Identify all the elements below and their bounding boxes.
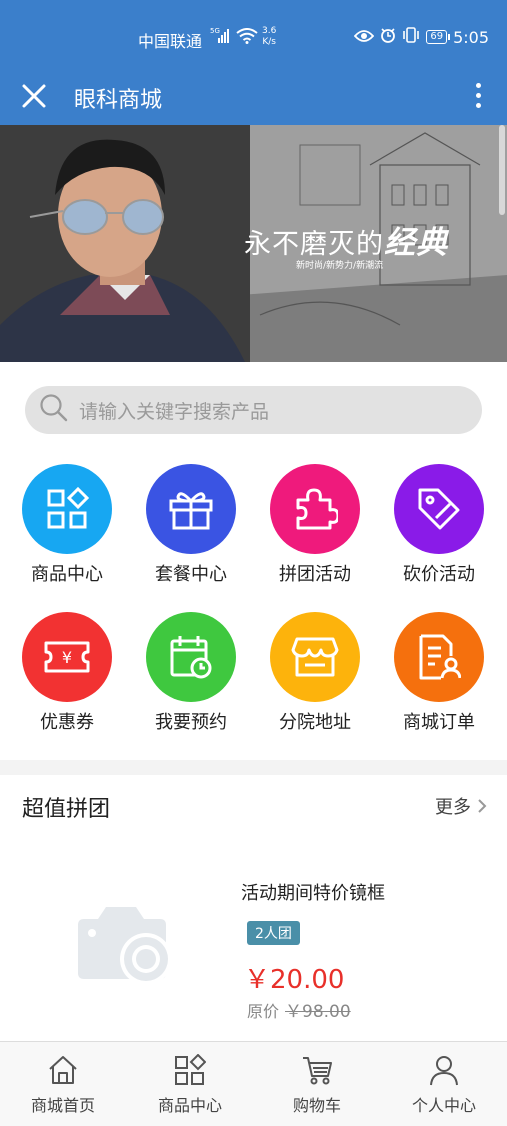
grid-label: 拼团活动: [279, 564, 351, 585]
wifi-icon: [236, 28, 258, 48]
search-input[interactable]: 请输入关键字搜索产品: [79, 397, 269, 424]
banner-slogan-text: 永不磨灭的: [244, 229, 384, 260]
nav-label: 商城首页: [30, 1096, 95, 1115]
nav-item-home[interactable]: 商城首页: [0, 1054, 126, 1116]
signal-icon: 5G: [210, 26, 232, 48]
product-price: ￥20.00: [244, 965, 345, 995]
order-icon: [394, 612, 484, 702]
grid-icon: [175, 1054, 206, 1085]
grid-item-bargain[interactable]: 砍价活动: [377, 464, 501, 586]
bottom-nav: 商城首页 商品中心 购物车 个人中心: [0, 1041, 507, 1126]
nav-label: 商品中心: [157, 1096, 222, 1115]
main-content: 请输入关键字搜索产品 商品中心 套餐中心 拼团活动 砍价活动 ¥ 优惠券 我要预…: [0, 362, 507, 760]
product-card[interactable]: 活动期间特价镜框 2人团 ￥20.00 原价 ￥98.00: [0, 859, 507, 1029]
grid-item-product-center[interactable]: 商品中心: [5, 464, 129, 586]
product-name: 活动期间特价镜框: [241, 883, 385, 904]
grid-item-mall-orders[interactable]: 商城订单: [377, 612, 501, 734]
coupon-icon: ¥: [22, 612, 112, 702]
grid-item-branch-address[interactable]: 分院地址: [253, 612, 377, 734]
store-icon: [270, 612, 360, 702]
banner-slogan-bold: 经典: [384, 225, 448, 261]
search-icon: [39, 393, 69, 427]
more-label: 更多: [435, 797, 471, 818]
banner-subtitle: 新时尚/新势力/新潮流: [296, 261, 384, 271]
clock-time: 5:05: [453, 27, 489, 47]
camera-placeholder-icon: [78, 907, 172, 985]
more-link[interactable]: 更多: [435, 793, 487, 819]
calendar-icon: [146, 612, 236, 702]
original-price-value: ￥98.00: [285, 1002, 351, 1022]
group-buy-section: 超值拼团 更多 活动期间特价镜框 2人团 ￥20.00 原价 ￥98.00: [0, 775, 507, 1041]
banner-slogan: 永不磨灭的经典: [244, 217, 448, 262]
grid-label: 我要预约: [155, 712, 227, 733]
grid-item-package-center[interactable]: 套餐中心: [129, 464, 253, 586]
grid-label: 优惠券: [40, 712, 94, 733]
grid-label: 砍价活动: [403, 564, 475, 585]
tag-icon: [394, 464, 484, 554]
close-icon[interactable]: [20, 82, 48, 110]
status-bar: 中国联通 5G 3.6 K/s 69 5:05: [0, 0, 507, 70]
grid-item-appointment[interactable]: 我要预约: [129, 612, 253, 734]
nav-label: 购物车: [292, 1096, 341, 1115]
gift-icon: [146, 464, 236, 554]
speed-value: 3.6: [262, 26, 277, 36]
grid-label: 套餐中心: [155, 564, 227, 585]
alarm-icon: [380, 27, 396, 47]
speed-unit: K/s: [262, 37, 276, 47]
nav-item-profile[interactable]: 个人中心: [381, 1054, 507, 1116]
group-size-badge: 2人团: [247, 921, 300, 945]
svg-text:¥: ¥: [62, 648, 72, 667]
user-icon: [430, 1056, 458, 1086]
grid-label: 商品中心: [31, 564, 103, 585]
promo-banner[interactable]: 永不磨灭的经典 新时尚/新势力/新潮流: [0, 125, 507, 362]
page-title: 眼科商城: [74, 88, 163, 113]
network-type: 5G: [210, 27, 220, 35]
grid-label: 分院地址: [279, 712, 351, 733]
nav-label: 个人中心: [411, 1096, 476, 1115]
puzzle-icon: [270, 464, 360, 554]
network-speed: 3.6 K/s: [262, 26, 276, 48]
grid-item-coupon[interactable]: ¥ 优惠券: [5, 612, 129, 734]
grid-icon: [22, 464, 112, 554]
grid-label: 商城订单: [403, 712, 475, 733]
scrollbar[interactable]: [499, 125, 505, 215]
more-vertical-icon[interactable]: [473, 78, 483, 114]
grid-item-group-buy[interactable]: 拼团活动: [253, 464, 377, 586]
original-price: 原价 ￥98.00: [247, 997, 351, 1022]
chevron-right-icon: [478, 799, 487, 813]
nav-item-product-center[interactable]: 商品中心: [127, 1054, 253, 1116]
title-bar: 眼科商城: [0, 70, 507, 125]
vibrate-icon: [402, 27, 420, 47]
battery-icon: 69: [426, 30, 450, 44]
home-icon: [49, 1056, 77, 1084]
carrier-name: 中国联通: [138, 32, 203, 51]
nav-item-cart[interactable]: 购物车: [254, 1054, 380, 1116]
original-price-label: 原价: [247, 1002, 280, 1021]
eye-icon: [354, 28, 375, 47]
search-bar[interactable]: 请输入关键字搜索产品: [25, 386, 482, 434]
cart-icon: [303, 1057, 332, 1085]
section-title: 超值拼团: [22, 797, 111, 822]
